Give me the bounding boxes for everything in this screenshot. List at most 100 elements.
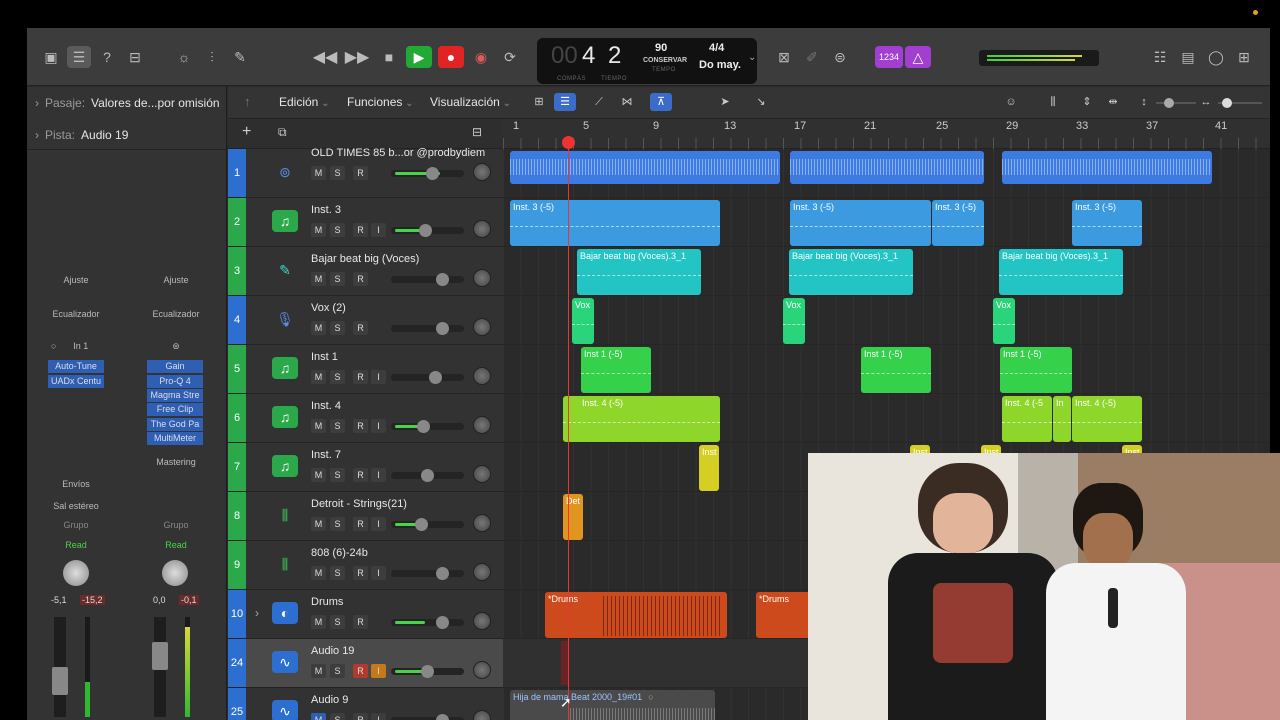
solo-button[interactable]: S: [330, 223, 345, 237]
flex-icon[interactable]: ⋈: [616, 93, 638, 111]
record-enable-button[interactable]: R: [353, 370, 368, 384]
count-in-badge[interactable]: 1234: [875, 46, 903, 68]
solo-button[interactable]: S: [330, 272, 345, 286]
midi-region[interactable]: Inst. 3 (-5): [1072, 200, 1142, 246]
record-enable-button[interactable]: R: [353, 566, 368, 580]
add-track-icon[interactable]: +: [242, 123, 251, 141]
smiley-icon[interactable]: ☺: [1000, 93, 1022, 111]
plugin-slot-5[interactable]: The God Pa: [147, 418, 203, 431]
audio-region[interactable]: Bajar beat big (Voces).3_1: [789, 249, 913, 295]
toolbar-toggle-icon[interactable]: ⊟: [123, 46, 147, 68]
volume-slider[interactable]: [391, 420, 464, 433]
track-row[interactable]: 5 ♫ Inst 1 MSRI: [228, 345, 503, 394]
playhead[interactable]: [568, 140, 569, 720]
output-button[interactable]: Sal estéreo: [47, 499, 105, 513]
replace-record-icon[interactable]: ◉: [469, 46, 493, 68]
midi-region[interactable]: Inst. 3 (-5): [932, 200, 984, 246]
record-enable-button[interactable]: R: [353, 223, 368, 237]
mute-button[interactable]: M: [311, 223, 326, 237]
pan-knob[interactable]: [473, 269, 491, 287]
volume-slider[interactable]: [391, 167, 464, 180]
solo-button[interactable]: S: [330, 370, 345, 384]
record-enable-button[interactable]: R: [353, 321, 368, 335]
midi-region[interactable]: Inst. 4 (-5): [563, 396, 720, 442]
automation-icon[interactable]: ⟋: [588, 93, 610, 111]
input-monitor-button[interactable]: I: [371, 419, 386, 433]
volume-fader[interactable]: [152, 642, 168, 670]
browser-icon[interactable]: ⊞: [1232, 46, 1256, 68]
setting-button[interactable]: Ajuste: [147, 273, 205, 287]
waveform-zoom-icon[interactable]: ⫼: [1042, 93, 1064, 111]
group-button[interactable]: Grupo: [147, 518, 205, 532]
midi-region[interactable]: Inst 1 (-5): [581, 347, 651, 393]
metronome-icon[interactable]: △: [905, 46, 931, 68]
rewind-icon[interactable]: ◀◀: [313, 46, 338, 68]
loop-browser-icon[interactable]: ◯: [1204, 46, 1228, 68]
volume-slider[interactable]: [391, 469, 464, 482]
horizontal-zoom-slider[interactable]: [1218, 98, 1262, 108]
solo-button[interactable]: S: [330, 321, 345, 335]
midi-region[interactable]: Inst 1 (-5): [1000, 347, 1072, 393]
audio-region[interactable]: Vox: [783, 298, 805, 344]
midi-region[interactable]: Det: [563, 494, 583, 540]
input-monitor-button[interactable]: I: [371, 713, 386, 720]
midi-region[interactable]: Inst. 3 (-5): [510, 200, 720, 246]
input-monitor-button[interactable]: I: [371, 517, 386, 531]
play-button[interactable]: ▶: [406, 46, 432, 68]
mute-button[interactable]: M: [311, 517, 326, 531]
cycle-icon[interactable]: ⟳: [498, 46, 522, 68]
pointer-tool-icon[interactable]: ➤: [714, 93, 736, 111]
solo-icon[interactable]: ⊜: [828, 46, 852, 68]
solo-button[interactable]: S: [330, 566, 345, 580]
mute-button[interactable]: M: [311, 713, 326, 720]
mute-button[interactable]: M: [311, 419, 326, 433]
mute-button[interactable]: M: [311, 370, 326, 384]
pan-knob[interactable]: [473, 612, 491, 630]
track-row[interactable]: 6 ♫ Inst. 4 MSRI: [228, 394, 503, 443]
stop-icon[interactable]: ■: [377, 46, 401, 68]
midi-region[interactable]: Inst. 3 (-5): [790, 200, 931, 246]
forward-icon[interactable]: ▶▶: [345, 46, 370, 68]
record-enable-button[interactable]: R: [353, 272, 368, 286]
track-row[interactable]: 1 ⊚ OLD TIMES 85 b...or @prodbydiem M S R: [228, 147, 503, 198]
link-icon[interactable]: ⊛: [147, 339, 205, 353]
menu-edicion[interactable]: Edición: [279, 95, 330, 109]
record-enable-button[interactable]: R: [353, 419, 368, 433]
record-enable-button[interactable]: R: [353, 615, 368, 629]
midi-region[interactable]: Inst: [699, 445, 719, 491]
plugin-slot-1[interactable]: Auto-Tune: [48, 360, 104, 373]
record-button[interactable]: ●: [438, 46, 464, 68]
mute-button[interactable]: M: [311, 615, 326, 629]
audio-region[interactable]: [1002, 151, 1212, 184]
track-name[interactable]: Inst. 4: [311, 400, 341, 412]
plugin-slot-6[interactable]: MultiMeter: [147, 432, 203, 445]
pan-knob[interactable]: [473, 367, 491, 385]
track-name[interactable]: Audio 9: [311, 694, 348, 706]
pan-knob[interactable]: [473, 465, 491, 483]
secondary-tool-icon[interactable]: ↘: [750, 93, 772, 111]
plugin-slot-3[interactable]: Magma Stre: [147, 389, 203, 402]
pan-knob[interactable]: [162, 560, 188, 586]
track-row-selected[interactable]: 24 ∿ Audio 19 M S R I: [228, 639, 503, 688]
record-enable-button[interactable]: R: [353, 166, 368, 180]
solo-button[interactable]: S: [330, 419, 345, 433]
library-icon[interactable]: ▣: [39, 46, 63, 68]
lcd-display[interactable]: 00 4 2 COMPÁS TIEMPO 90 CONSERVAR TEMPO …: [537, 38, 757, 84]
pan-knob[interactable]: [473, 163, 491, 181]
eq-button[interactable]: Ecualizador: [147, 307, 205, 321]
pan-knob[interactable]: [473, 318, 491, 336]
volume-slider[interactable]: [391, 371, 464, 384]
global-tracks-icon[interactable]: ⊟: [472, 125, 482, 139]
pan-knob[interactable]: [63, 560, 89, 586]
vertical-zoom-slider[interactable]: [1156, 98, 1196, 108]
audio-region[interactable]: Bajar beat big (Voces).3_1: [999, 249, 1123, 295]
midi-region[interactable]: Inst. 4 (-5: [1002, 396, 1052, 442]
pan-knob[interactable]: [473, 416, 491, 434]
input-monitor-button[interactable]: I: [371, 664, 386, 678]
plugin-slot-1[interactable]: Gain: [147, 360, 203, 373]
volume-slider[interactable]: [391, 273, 464, 286]
input-monitor-button[interactable]: I: [371, 468, 386, 482]
mute-button[interactable]: M: [311, 272, 326, 286]
audio-region[interactable]: [790, 151, 984, 184]
track-name[interactable]: Inst 1: [311, 351, 338, 363]
